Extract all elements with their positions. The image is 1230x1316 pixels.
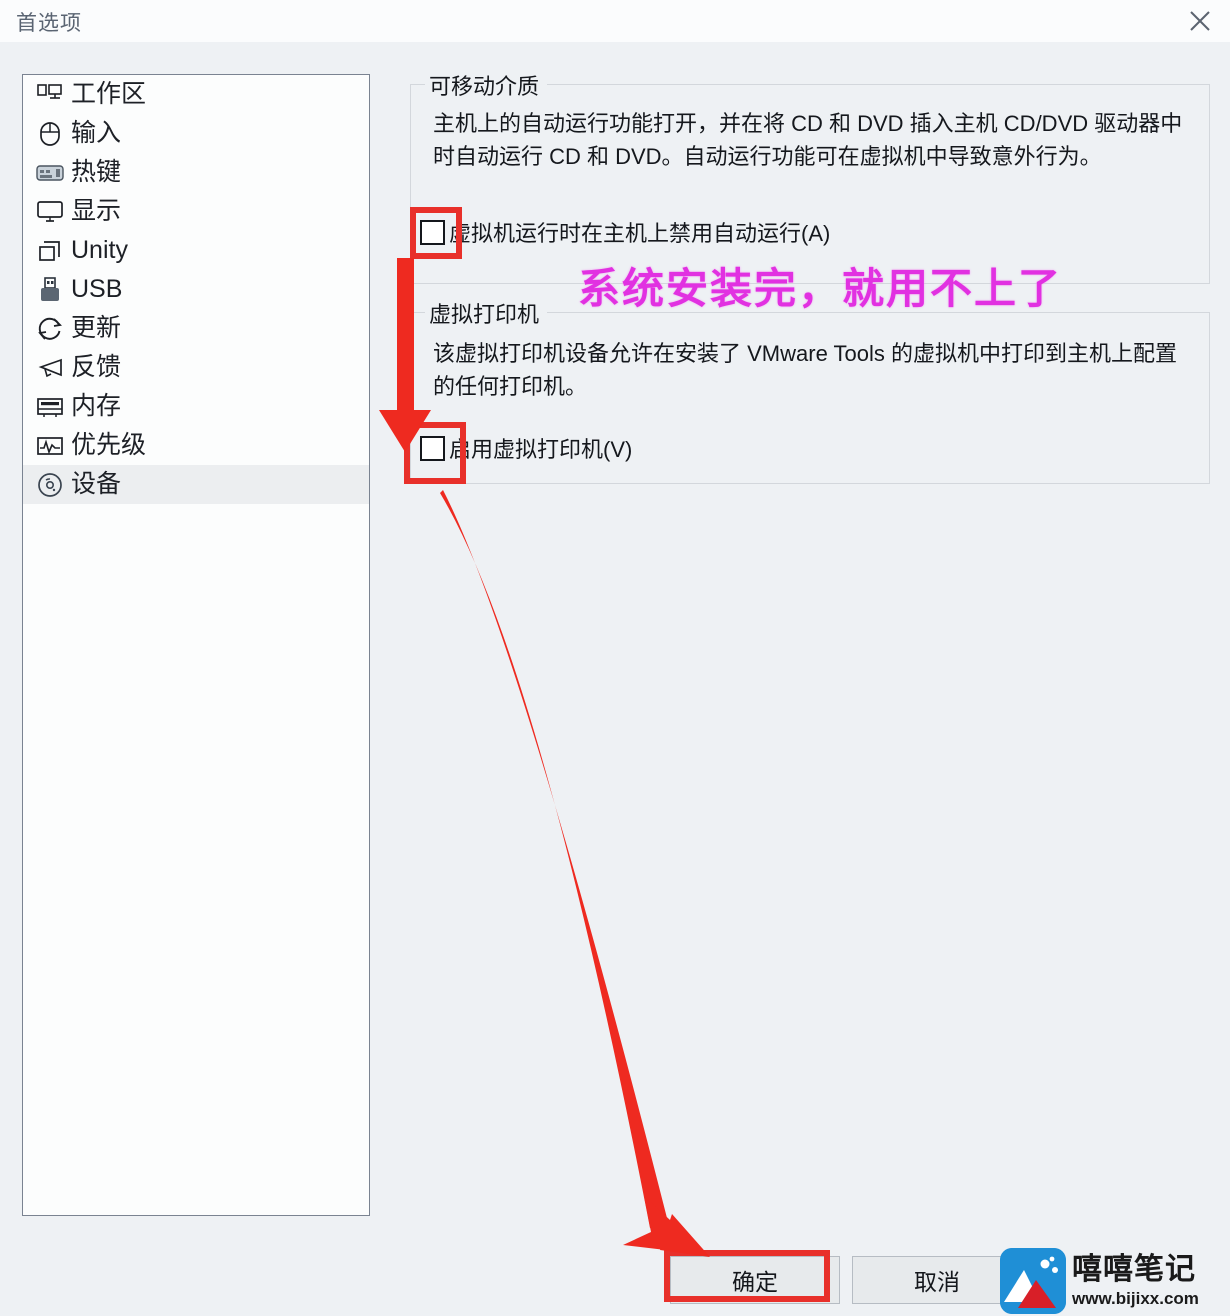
priority-icon — [35, 432, 65, 460]
watermark: 嘻嘻笔记 www.bijixx.com — [1000, 1248, 1199, 1314]
disable-autorun-checkbox-row[interactable]: 虚拟机运行时在主机上禁用自动运行(A) — [420, 216, 830, 248]
sidebar-item-label: 反馈 — [71, 353, 122, 381]
sidebar-item-hotkeys[interactable]: 热键 — [23, 153, 369, 192]
sidebar-item-memory[interactable]: 内存 — [23, 387, 369, 426]
dialog-body: 工作区 输入 热键 显示 Unity USB 更新 反馈 内存 优先级 设备 可… — [0, 42, 1230, 1316]
sidebar-item-label: Unity — [71, 236, 128, 264]
removable-media-description: 主机上的自动运行功能打开，并在将 CD 和 DVD 插入主机 CD/DVD 驱动… — [433, 111, 1183, 169]
sidebar-item-workspace[interactable]: 工作区 — [23, 75, 369, 114]
display-icon — [35, 198, 65, 226]
close-icon[interactable] — [1182, 4, 1218, 38]
settings-pane: 可移动介质 主机上的自动运行功能打开，并在将 CD 和 DVD 插入主机 CD/… — [400, 42, 1210, 1316]
sidebar-item-label: 更新 — [71, 314, 122, 342]
virtual-printer-legend: 虚拟打印机 — [425, 297, 548, 329]
watermark-text: 嘻嘻笔记 www.bijixx.com — [1072, 1253, 1199, 1308]
sidebar-item-label: 优先级 — [71, 431, 147, 459]
mouse-icon — [35, 120, 65, 148]
disc-icon — [35, 471, 65, 499]
keyboard-icon — [35, 159, 65, 187]
watermark-logo-icon — [1000, 1248, 1066, 1314]
enable-virtual-printer-label: 启用虚拟打印机(V) — [449, 437, 633, 462]
sidebar-item-label: 工作区 — [71, 80, 147, 108]
cancel-button[interactable]: 取消 — [852, 1256, 1022, 1304]
enable-virtual-printer-checkbox-row[interactable]: 启用虚拟打印机(V) — [420, 432, 632, 464]
virtual-printer-description: 该虚拟打印机设备允许在安装了 VMware Tools 的虚拟机中打印到主机上配… — [433, 341, 1177, 399]
removable-media-group: 可移动介质 主机上的自动运行功能打开，并在将 CD 和 DVD 插入主机 CD/… — [410, 69, 1210, 284]
memory-icon — [35, 393, 65, 421]
refresh-icon — [35, 315, 65, 343]
disable-autorun-checkbox[interactable] — [420, 219, 445, 245]
cancel-button-label: 取消 — [914, 1269, 960, 1295]
megaphone-icon — [35, 354, 65, 382]
sidebar-item-label: 设备 — [71, 470, 122, 498]
usb-icon — [35, 276, 65, 304]
sidebar-item-label: 输入 — [71, 119, 122, 147]
sidebar-item-feedback[interactable]: 反馈 — [23, 348, 369, 387]
page-title: 首选项 — [16, 12, 82, 35]
workspace-icon — [35, 81, 65, 109]
title-bar: 首选项 — [0, 0, 1230, 43]
sidebar-item-updates[interactable]: 更新 — [23, 309, 369, 348]
ok-button[interactable]: 确定 — [670, 1256, 840, 1304]
settings-category-list[interactable]: 工作区 输入 热键 显示 Unity USB 更新 反馈 内存 优先级 设备 — [22, 74, 370, 1216]
watermark-url: www.bijixx.com — [1072, 1289, 1199, 1308]
preferences-dialog: 首选项 工作区 输入 热键 显示 Unity USB 更新 反馈 内存 优先级 … — [0, 0, 1230, 1316]
sidebar-item-label: 热键 — [71, 158, 122, 186]
sidebar-item-input[interactable]: 输入 — [23, 114, 369, 153]
sidebar-item-label: 内存 — [71, 392, 122, 420]
ok-button-label: 确定 — [732, 1269, 778, 1295]
sidebar-item-label: 显示 — [71, 197, 122, 225]
enable-virtual-printer-checkbox[interactable] — [420, 435, 445, 461]
sidebar-item-display[interactable]: 显示 — [23, 192, 369, 231]
disable-autorun-label: 虚拟机运行时在主机上禁用自动运行(A) — [449, 221, 831, 246]
sidebar-item-unity[interactable]: Unity — [23, 231, 369, 270]
removable-media-legend: 可移动介质 — [425, 69, 548, 101]
sidebar-item-label: USB — [71, 275, 123, 303]
unity-icon — [35, 237, 65, 265]
sidebar-item-devices[interactable]: 设备 — [23, 465, 369, 504]
sidebar-item-usb[interactable]: USB — [23, 270, 369, 309]
sidebar-item-priority[interactable]: 优先级 — [23, 426, 369, 465]
annotation-note: 系统安装完，就用不上了 — [578, 265, 1063, 312]
watermark-title: 嘻嘻笔记 — [1072, 1253, 1196, 1286]
